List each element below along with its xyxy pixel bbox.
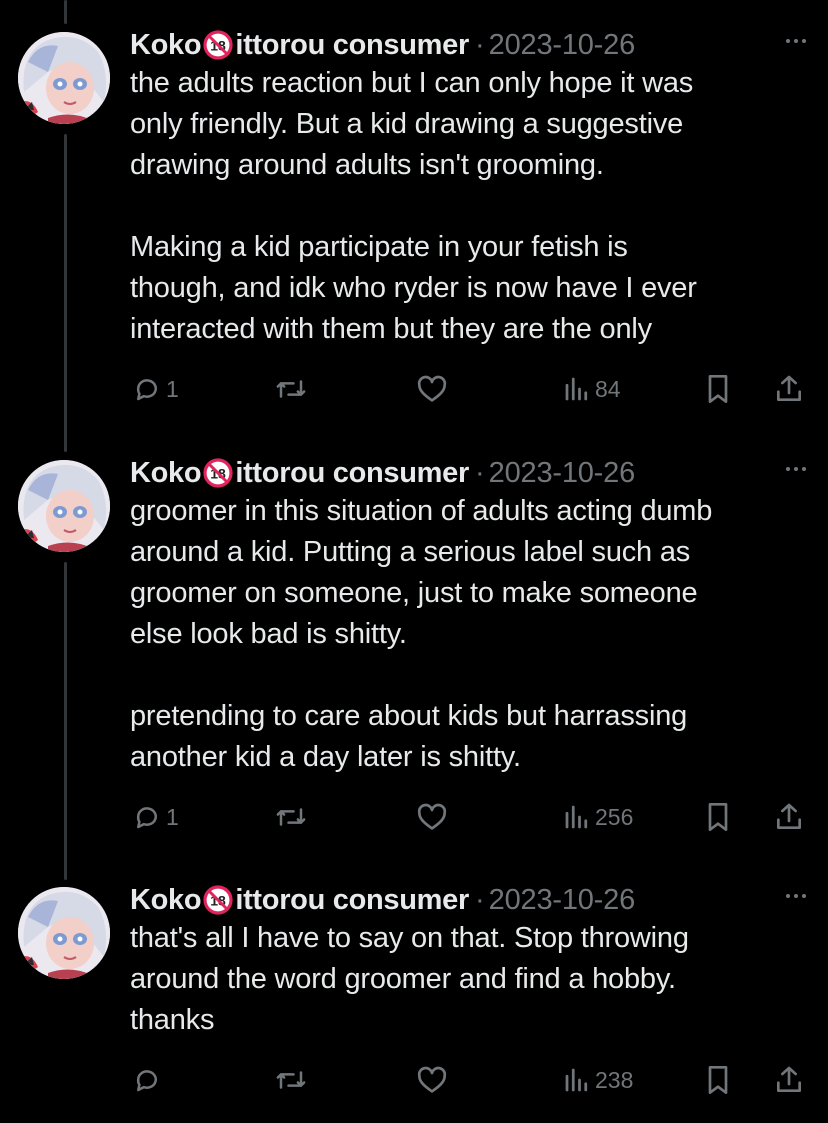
- tweet-paragraph: Making a kid participate in your fetish …: [130, 231, 697, 345]
- share-button[interactable]: [774, 371, 804, 407]
- views-button[interactable]: 256: [563, 799, 633, 835]
- bookmark-icon: [708, 375, 728, 403]
- separator-dot: ·: [474, 457, 485, 489]
- share-button[interactable]: [774, 799, 804, 835]
- avatar[interactable]: [18, 32, 110, 124]
- tweet-paragraph: the adults reaction but I can only hope …: [130, 67, 694, 181]
- avatar[interactable]: [18, 460, 110, 552]
- tweet-header: Koko 18 ittorou consumer · 2023-10-26: [130, 27, 635, 63]
- tweet[interactable]: Koko 18 ittorou consumer · 2023-10-26 th…: [0, 27, 828, 419]
- separator-dot: ·: [474, 884, 485, 916]
- timestamp[interactable]: 2023-10-26: [489, 882, 636, 918]
- views-icon: [565, 805, 588, 829]
- no-one-under-eighteen-emoji: 18: [203, 30, 233, 60]
- like-button[interactable]: [416, 799, 448, 835]
- more-icon[interactable]: [786, 39, 806, 43]
- tweet-header: Koko 18 ittorou consumer · 2023-10-26: [130, 882, 635, 918]
- tweet-paragraph: pretending to care about kids but harras…: [130, 700, 688, 773]
- view-count: 256: [595, 803, 634, 830]
- action-bar: 1 256: [0, 799, 828, 835]
- tweet-paragraph: that's all I have to say on that. Stop t…: [130, 922, 689, 1036]
- share-button[interactable]: [774, 1062, 804, 1098]
- views-icon: [565, 377, 588, 401]
- reply-button[interactable]: 1: [132, 799, 179, 835]
- separator-dot: ·: [474, 29, 485, 61]
- reply-count: 1: [166, 375, 179, 402]
- reply-icon: [136, 807, 157, 829]
- timestamp[interactable]: 2023-10-26: [489, 455, 636, 491]
- bookmark-icon: [708, 1066, 728, 1094]
- retweet-icon: [276, 380, 306, 398]
- timestamp[interactable]: 2023-10-26: [489, 27, 636, 63]
- tweet-header: Koko 18 ittorou consumer · 2023-10-26: [130, 455, 635, 491]
- avatar-image: [18, 887, 110, 979]
- like-button[interactable]: [416, 1062, 448, 1098]
- bookmark-icon: [708, 803, 728, 831]
- tweet[interactable]: Koko 18 ittorou consumer · 2023-10-26 gr…: [0, 455, 828, 855]
- author-name-suffix[interactable]: ittorou consumer: [235, 27, 469, 63]
- like-icon: [417, 1066, 447, 1093]
- avatar-image: [18, 460, 110, 552]
- more-icon[interactable]: [786, 467, 806, 471]
- views-button[interactable]: 84: [563, 371, 621, 407]
- reply-button[interactable]: 1: [132, 371, 179, 407]
- action-bar: 1 84: [0, 371, 828, 407]
- more-icon[interactable]: [786, 894, 806, 898]
- tweet-text: groomer in this situation of adults acti…: [130, 491, 810, 778]
- author-name[interactable]: Koko: [130, 882, 202, 918]
- bookmark-button[interactable]: [704, 1062, 732, 1098]
- retweet-button[interactable]: [274, 371, 308, 407]
- retweet-button[interactable]: [274, 799, 308, 835]
- retweet-icon: [276, 808, 306, 826]
- share-icon: [777, 1066, 802, 1092]
- reply-icon: [136, 379, 157, 401]
- reply-icon: [136, 1070, 157, 1092]
- author-name-suffix[interactable]: ittorou consumer: [235, 455, 469, 491]
- author-name[interactable]: Koko: [130, 27, 202, 63]
- share-icon: [777, 803, 802, 829]
- views-button[interactable]: 238: [563, 1062, 633, 1098]
- reply-button[interactable]: [132, 1062, 166, 1098]
- no-one-under-eighteen-emoji: 18: [203, 885, 233, 915]
- view-count: 238: [595, 1066, 634, 1093]
- bookmark-button[interactable]: [704, 371, 732, 407]
- views-icon: [565, 1068, 588, 1092]
- like-button[interactable]: [416, 371, 448, 407]
- reply-count: 1: [166, 803, 179, 830]
- retweet-icon: [276, 1071, 306, 1089]
- view-count: 84: [595, 375, 621, 402]
- like-icon: [417, 375, 447, 402]
- like-icon: [417, 803, 447, 830]
- tweet-paragraph: groomer in this situation of adults acti…: [130, 495, 713, 650]
- tweet-text: the adults reaction but I can only hope …: [130, 63, 810, 350]
- bookmark-button[interactable]: [704, 799, 732, 835]
- thread-connector: [64, 0, 67, 24]
- tweet-text: that's all I have to say on that. Stop t…: [130, 918, 810, 1041]
- tweet[interactable]: Koko 18 ittorou consumer · 2023-10-26 th…: [0, 882, 828, 1122]
- author-name[interactable]: Koko: [130, 455, 202, 491]
- avatar[interactable]: [18, 887, 110, 979]
- no-one-under-eighteen-emoji: 18: [203, 458, 233, 488]
- avatar-image: [18, 32, 110, 124]
- share-icon: [777, 375, 802, 401]
- author-name-suffix[interactable]: ittorou consumer: [235, 882, 469, 918]
- action-bar: 238: [0, 1062, 828, 1098]
- retweet-button[interactable]: [274, 1062, 308, 1098]
